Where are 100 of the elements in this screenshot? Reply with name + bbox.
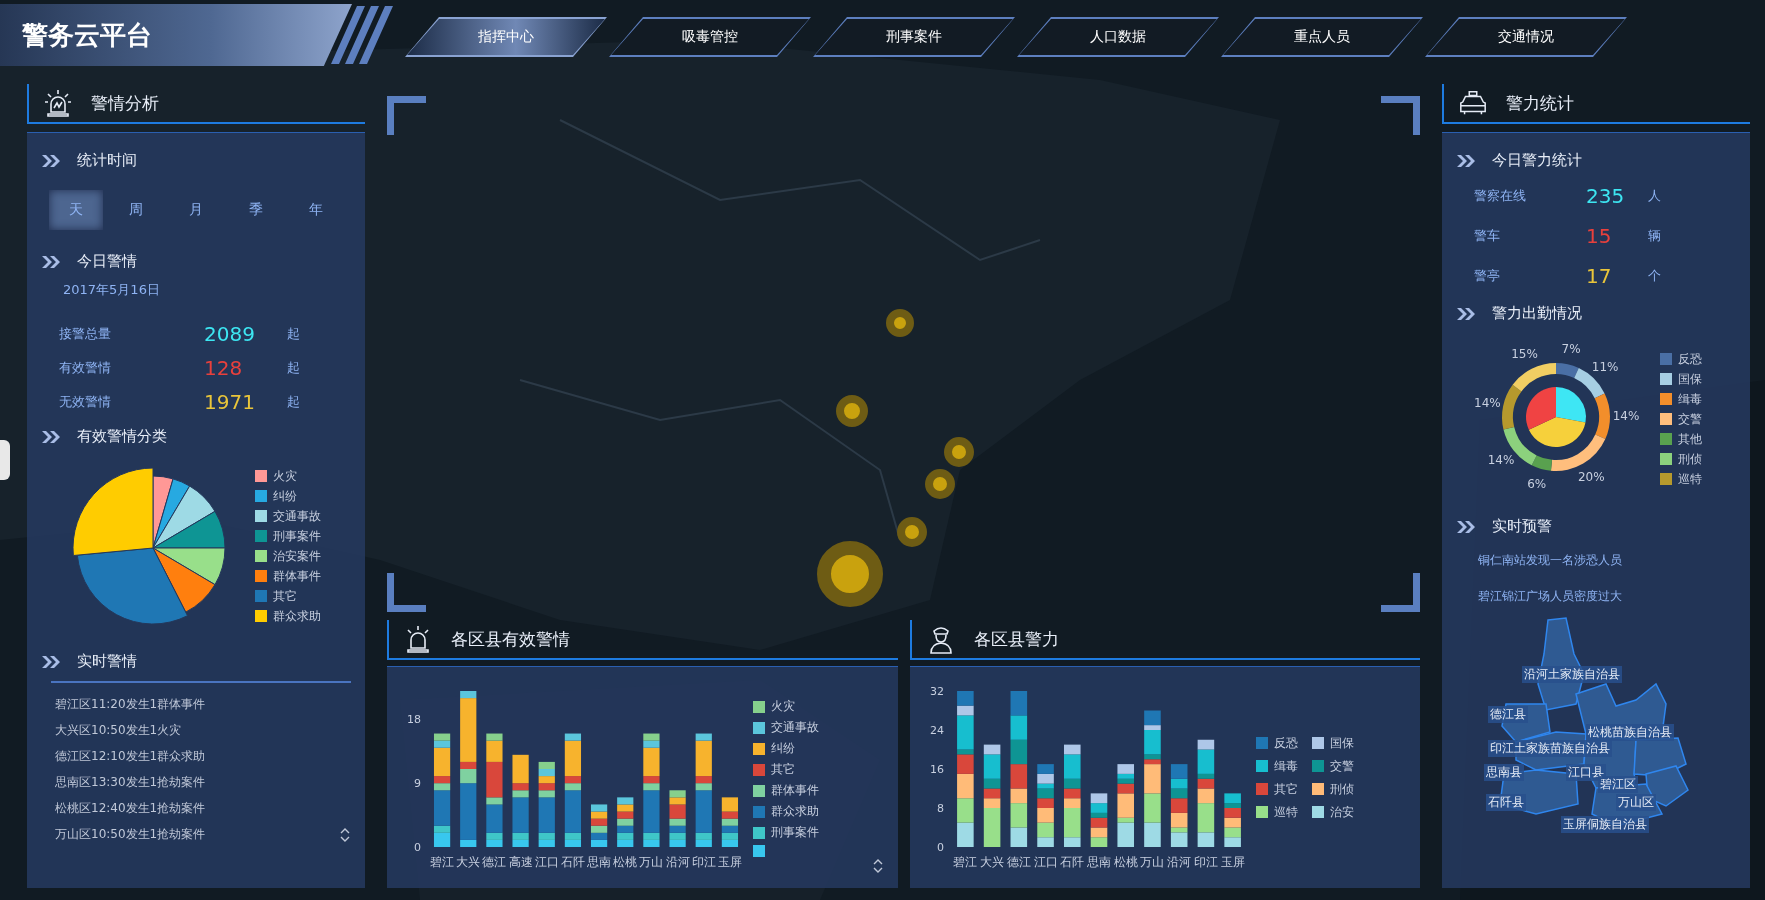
axis-label: 9 [414,776,421,790]
legend-label: 火灾 [771,698,795,715]
data-label: 14% [1487,453,1515,468]
axis-label: 大兴 [979,854,1004,869]
stat-value: 128 [204,356,244,380]
stat-unit: 人 [1648,187,1661,205]
region-label: 松桃苗族自治县 [1586,724,1674,741]
legend-label: 缉毒 [1678,390,1702,408]
date-text: 2017年5月16日 [63,281,161,299]
period-tab[interactable]: 月 [169,190,223,230]
axis-label: 玉屏 [717,854,742,869]
legend-label: 群体事件 [771,782,819,799]
region-label: 思南县 [1484,764,1524,781]
warning-item[interactable]: 碧江锦江广场人员密度过大 [1456,578,1736,614]
alert-item[interactable]: 思南区13:30发生1抢劫案件 [41,769,351,795]
data-label: 7% [1561,341,1581,356]
axis-label: 思南 [587,854,612,869]
stat-value: 235 [1586,184,1626,208]
legend-label: 反恐 [1273,734,1298,752]
section-heading: 今日警情 [77,252,137,271]
axis-label: 0 [414,840,421,854]
legend-label: 群众求助 [771,803,819,820]
stat-label: 警车 [1474,227,1501,245]
stat-value: 15 [1586,224,1613,248]
axis-label: 大兴 [456,854,481,869]
axis-label: 石阡 [560,854,585,869]
region-label: 石阡县 [1486,794,1526,811]
legend-label: 治安案件 [273,547,321,565]
section-heading: 统计时间 [77,151,137,170]
legend-label: 刑事案件 [771,824,819,841]
legend-label: 其它 [771,761,795,778]
alert-item[interactable]: 松桃区12:40发生1抢劫案件 [41,795,351,821]
region-label: 沿河土家族自治县 [1522,666,1622,683]
axis-label: 8 [936,801,944,815]
stat-label: 接警总量 [59,325,112,343]
axis-label: 德江 [482,854,507,869]
axis-label: 松桃 [1113,854,1138,869]
region-label: 德江县 [1488,706,1528,723]
legend-label: 其他 [1678,430,1702,448]
warning-item[interactable]: 铜仁南站发现一名涉恐人员 [1456,542,1736,578]
axis-label: 万山 [1139,854,1164,869]
stat-unit: 辆 [1648,227,1661,245]
axis-label: 0 [936,840,944,854]
region-label: 印江土家族苗族自治县 [1488,740,1612,757]
legend-label: 刑侦 [1678,450,1702,468]
region-label: 玉屏侗族自治县 [1561,816,1649,833]
stat-label: 有效警情 [59,359,112,377]
axis-label: 沿河 [665,854,690,869]
stat-unit: 起 [287,359,300,377]
alert-item[interactable]: 大兴区10:50发生1火灾 [41,717,351,743]
legend-label: 刑侦 [1329,780,1354,798]
alert-item[interactable]: 德江区12:10发生1群众求助 [41,743,351,769]
legend-label: 其它 [273,587,297,605]
stat-label: 无效警情 [59,393,112,411]
stat-label: 警亭 [1474,267,1501,285]
axis-label: 思南 [1086,854,1111,869]
period-tab[interactable]: 年 [289,190,343,230]
stat-unit: 个 [1648,267,1661,285]
axis-label: 印江 [1193,854,1218,869]
axis-label: 沿河 [1166,854,1191,869]
legend-label: 其它 [1273,780,1298,798]
axis-label: 碧江 [430,854,455,869]
legend-label: 纠纷 [273,487,297,505]
app-title: 警务云平台 [0,4,352,66]
data-label: 20% [1578,470,1605,485]
data-label: 6% [1527,477,1547,492]
stat-unit: 起 [287,393,300,411]
axis-label: 16 [929,762,944,776]
legend-label: 刑事案件 [273,527,321,545]
data-label: 15% [1511,347,1538,362]
stat-value: 1971 [204,390,256,414]
axis-label: 玉屏 [1220,854,1245,869]
data-label: 14% [1612,408,1640,423]
data-label: 11% [1591,360,1619,375]
legend-label: 巡特 [1273,803,1298,821]
section-heading: 实时预警 [1492,517,1552,536]
legend-label: 巡特 [1678,470,1702,488]
axis-label: 德江 [1006,854,1031,869]
legend-label: 国保 [1678,370,1702,388]
alert-item[interactable]: 万山区10:50发生1抢劫案件 [41,821,351,847]
axis-label: 江口 [1033,854,1058,869]
legend-label: 交通事故 [771,719,819,736]
axis-label: 18 [407,712,421,726]
alert-item[interactable]: 碧江区11:20发生1群体事件 [41,691,351,717]
section-heading: 有效警情分类 [77,427,167,446]
axis-label: 石阡 [1059,854,1084,869]
legend-label: 交警 [1678,410,1702,428]
legend-label: 缉毒 [1273,757,1298,775]
stat-value: 17 [1586,264,1613,288]
legend-label: 交通事故 [273,507,321,525]
legend-label: 反恐 [1678,350,1702,368]
period-tab[interactable]: 季 [229,190,283,230]
period-tab[interactable]: 周 [109,190,163,230]
legend-label: 治安 [1329,803,1354,821]
region-label: 万山区 [1616,794,1656,811]
section-heading: 警力出勤情况 [1492,304,1582,323]
section-title: 警情分析 [91,91,159,115]
legend-label: 交警 [1329,757,1354,775]
axis-label: 碧江 [952,854,977,869]
data-label: 14% [1474,395,1501,410]
